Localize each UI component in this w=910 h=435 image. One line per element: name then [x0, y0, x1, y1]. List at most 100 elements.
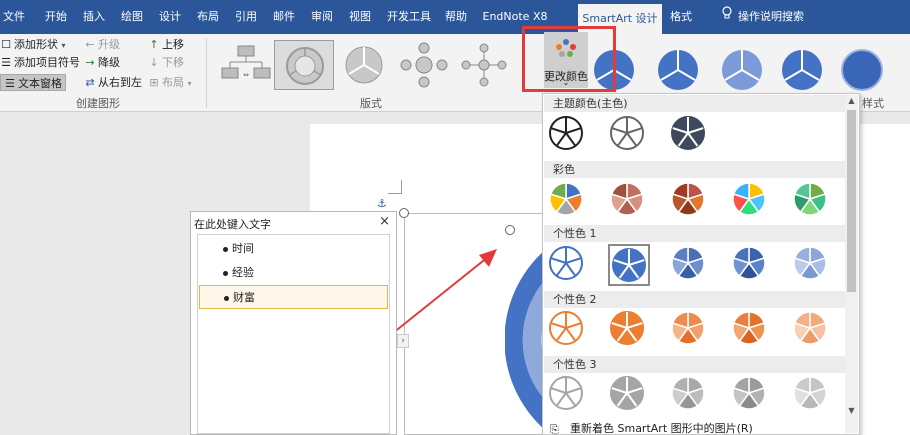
tab-draw[interactable]: 绘图: [118, 0, 146, 34]
right-to-left-button[interactable]: ⇄ 从右到左: [84, 74, 142, 91]
tab-home[interactable]: 开始: [42, 0, 70, 34]
recolor-pictures-option[interactable]: ⎘ 重新着色 SmartArt 图形中的图片(R): [544, 421, 846, 435]
up-arrow-icon: ↑: [149, 38, 159, 51]
tab-format[interactable]: 格式: [664, 0, 698, 34]
move-down-label: 下移: [162, 56, 184, 69]
move-down-button[interactable]: ↓ 下移: [148, 54, 184, 71]
chevron-down-icon: ▾: [61, 41, 66, 50]
palette-icon: [554, 36, 578, 60]
anchor-icon: ⚓: [377, 197, 387, 210]
left-arrow-icon: ←: [85, 38, 95, 51]
color-option-swatch[interactable]: [730, 374, 772, 416]
layout-radial-thumb[interactable]: [394, 40, 454, 90]
promote-label: 升级: [98, 38, 120, 51]
color-option-swatch[interactable]: [791, 374, 833, 416]
promote-button[interactable]: ← 升级: [84, 36, 120, 53]
add-shape-label: 添加形状: [14, 38, 58, 51]
list-item-text: 时间: [232, 242, 254, 255]
add-bullet-icon: ☰: [1, 56, 11, 69]
layout-pie-thumb[interactable]: [334, 40, 394, 90]
layout-cross-thumb[interactable]: [454, 40, 514, 90]
color-option-swatch[interactable]: [730, 180, 772, 222]
tab-help[interactable]: 帮助: [442, 0, 470, 34]
tab-file[interactable]: 文件: [2, 0, 26, 34]
shape-handle[interactable]: [505, 225, 515, 235]
add-bullet-label: 添加项目符号: [14, 56, 80, 69]
group-divider: [206, 38, 207, 108]
color-option-swatch[interactable]: [669, 180, 711, 222]
tab-developer[interactable]: 开发工具: [384, 0, 434, 34]
layout-cycle-selected-thumb[interactable]: [274, 40, 334, 90]
tell-me-label: 操作说明搜索: [738, 10, 804, 23]
smartart-style-4[interactable]: [778, 46, 826, 94]
color-option-swatch[interactable]: [730, 309, 772, 351]
smartart-style-5[interactable]: [838, 46, 886, 94]
list-item[interactable]: 经验: [199, 261, 388, 285]
color-option-swatch[interactable]: [791, 244, 833, 286]
add-bullet-button[interactable]: ☰ 添加项目符号: [0, 54, 80, 71]
color-option-swatch[interactable]: [791, 180, 833, 222]
move-up-button[interactable]: ↑ 上移: [148, 36, 184, 53]
smartart-cycle-graphic[interactable]: [505, 240, 545, 435]
layout-hierarchy-thumb[interactable]: ⇔: [216, 40, 276, 90]
text-pane-button[interactable]: ☰ 文本窗格: [0, 74, 66, 91]
scroll-down-icon[interactable]: ▼: [845, 405, 858, 417]
right-arrow-icon: →: [85, 56, 95, 69]
tab-view[interactable]: 视图: [346, 0, 374, 34]
color-option-swatch[interactable]: [547, 114, 589, 156]
color-option-swatch[interactable]: [608, 180, 650, 222]
color-option-swatch[interactable]: [608, 309, 650, 351]
tab-review[interactable]: 审阅: [308, 0, 336, 34]
create-graphic-group-label: 创建图形: [76, 97, 120, 110]
tell-me-search[interactable]: 操作说明搜索: [708, 0, 818, 34]
section-header-accent1: 个性色 1: [544, 225, 845, 242]
change-colors-highlight: 更改颜色 ⌄: [522, 26, 616, 92]
change-colors-button[interactable]: 更改颜色 ⌄: [544, 32, 588, 88]
tab-design[interactable]: 设计: [156, 0, 184, 34]
tab-layout[interactable]: 布局: [194, 0, 222, 34]
text-pane-toggle[interactable]: ›: [397, 334, 409, 348]
layout-icon: ⊞: [149, 76, 159, 89]
section-header-accent3: 个性色 3: [544, 356, 845, 373]
list-item[interactable]: 时间: [199, 237, 388, 261]
color-option-swatch[interactable]: [608, 244, 650, 286]
close-icon[interactable]: ×: [379, 214, 390, 229]
tab-mailings[interactable]: 邮件: [270, 0, 298, 34]
add-shape-icon: ☐: [1, 38, 11, 51]
color-option-swatch[interactable]: [730, 244, 772, 286]
dropdown-scrollbar[interactable]: ▲ ▼: [845, 95, 858, 433]
tab-insert[interactable]: 插入: [80, 0, 108, 34]
svg-text:⇔: ⇔: [243, 71, 249, 79]
smartart-style-3[interactable]: [718, 46, 766, 94]
tab-references[interactable]: 引用: [232, 0, 260, 34]
text-pane-list: 时间 经验 财富: [197, 234, 390, 434]
layouts-group-label: 版式: [360, 97, 382, 110]
color-option-swatch[interactable]: [669, 244, 711, 286]
color-option-swatch[interactable]: [547, 180, 589, 222]
color-option-swatch[interactable]: [669, 114, 711, 156]
color-option-swatch[interactable]: [669, 374, 711, 416]
bullet-icon: [223, 270, 228, 276]
chevron-down-icon: ▾: [187, 79, 192, 88]
color-option-swatch[interactable]: [608, 114, 650, 156]
section-header-colorful: 彩色: [544, 161, 845, 178]
text-pane-icon: ☰: [5, 77, 15, 90]
frame-handle[interactable]: [399, 208, 409, 218]
color-option-swatch[interactable]: [608, 374, 650, 416]
lightbulb-icon: [722, 6, 732, 20]
change-colors-dropdown: 主题颜色(主色) 彩色 个性色 1 个性色 2 个性色 3 ▲ ▼ ⎘ 重新着色…: [542, 93, 860, 435]
styles-group-label-fragment: 样式: [862, 97, 884, 110]
color-option-swatch[interactable]: [547, 244, 589, 286]
color-option-swatch[interactable]: [547, 309, 589, 351]
color-option-swatch[interactable]: [791, 309, 833, 351]
color-option-swatch[interactable]: [669, 309, 711, 351]
demote-button[interactable]: → 降级: [84, 54, 120, 71]
color-option-swatch[interactable]: [547, 374, 589, 416]
scrollbar-thumb[interactable]: [847, 110, 856, 292]
list-item-selected[interactable]: 财富: [199, 285, 388, 309]
layout-button[interactable]: ⊞ 布局 ▾: [148, 74, 192, 91]
smartart-style-2[interactable]: [654, 46, 702, 94]
add-shape-button[interactable]: ☐ 添加形状 ▾: [0, 36, 66, 53]
scroll-up-icon[interactable]: ▲: [845, 95, 858, 107]
page-corner-marker: [388, 180, 402, 194]
